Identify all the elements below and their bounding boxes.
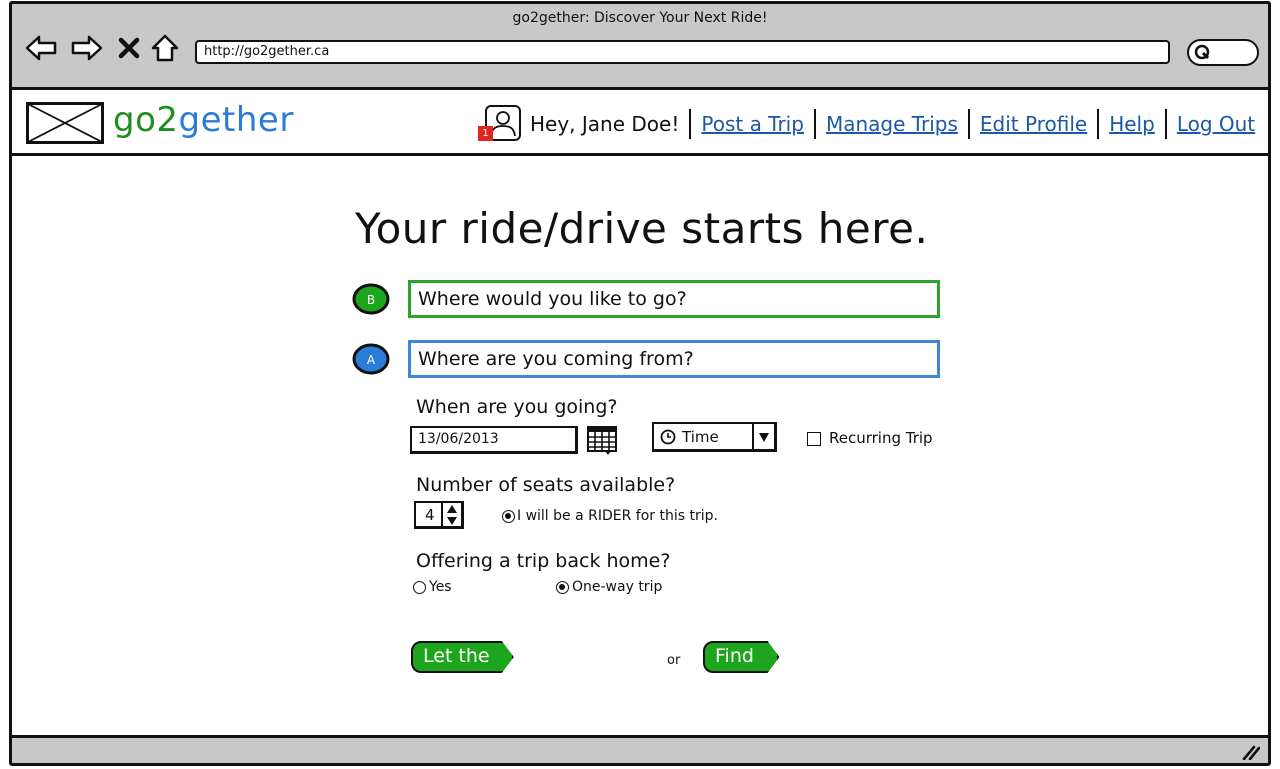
destination-marker-letter: B bbox=[367, 293, 375, 307]
chevron-down-icon[interactable] bbox=[752, 424, 774, 449]
avatar[interactable]: 1 bbox=[478, 104, 522, 144]
return-trip-label: Offering a trip back home? bbox=[416, 550, 671, 572]
rider-radio[interactable] bbox=[502, 510, 515, 523]
browser-window: go2gether: Discover Your Next Ride! http… bbox=[9, 1, 1271, 766]
window-title: go2gether: Discover Your Next Ride! bbox=[512, 10, 768, 26]
destination-input[interactable] bbox=[408, 280, 940, 318]
logo-text-gether: gether bbox=[178, 100, 294, 140]
stop-icon[interactable] bbox=[113, 32, 145, 64]
user-greeting: Hey, Jane Doe! bbox=[530, 112, 680, 136]
nav-divider bbox=[1097, 109, 1100, 139]
forward-icon[interactable] bbox=[71, 32, 103, 64]
site-logo[interactable]: go2gether bbox=[113, 100, 294, 140]
seats-stepper[interactable]: 4 bbox=[414, 501, 464, 529]
site-header: go2gether 1 Hey, Jane Doe! Post a Trip M… bbox=[12, 90, 1268, 156]
or-separator: or bbox=[667, 653, 681, 668]
stepper-arrows-icon[interactable] bbox=[441, 503, 461, 526]
browser-status-bar bbox=[12, 735, 1268, 763]
nav-divider bbox=[689, 109, 692, 139]
nav-help[interactable]: Help bbox=[1109, 112, 1155, 136]
find-me-a-ride-button[interactable]: Find me a ride! bbox=[703, 641, 779, 673]
return-one-way-radio[interactable] bbox=[556, 581, 569, 594]
recurring-trip-checkbox[interactable] bbox=[807, 432, 821, 446]
origin-input[interactable] bbox=[408, 340, 940, 378]
home-icon[interactable] bbox=[149, 32, 181, 64]
origin-marker-icon: A bbox=[352, 343, 390, 375]
search-icon bbox=[1193, 44, 1213, 66]
rider-label: I will be a RIDER for this trip. bbox=[517, 508, 718, 524]
seats-label: Number of seats available? bbox=[416, 474, 676, 496]
time-select-label: Time bbox=[682, 428, 719, 446]
time-select[interactable]: Time bbox=[652, 422, 777, 452]
clock-icon bbox=[660, 429, 676, 449]
return-yes-radio[interactable] bbox=[413, 581, 426, 594]
address-bar[interactable]: http://go2gether.ca bbox=[195, 40, 1170, 64]
seats-value: 4 bbox=[425, 506, 435, 524]
nav-divider bbox=[813, 109, 816, 139]
logo-text-two: 2 bbox=[156, 100, 179, 140]
browser-toolbar: go2gether: Discover Your Next Ride! http… bbox=[12, 4, 1268, 90]
nav-divider bbox=[1164, 109, 1167, 139]
resize-grip-icon[interactable] bbox=[1240, 744, 1261, 763]
page-title: Your ride/drive starts here. bbox=[355, 204, 929, 253]
recurring-trip-label: Recurring Trip bbox=[829, 429, 933, 447]
nav-manage-trips[interactable]: Manage Trips bbox=[826, 112, 958, 136]
destination-marker-icon: B bbox=[352, 283, 390, 315]
origin-marker-letter: A bbox=[367, 353, 376, 367]
logo-image-placeholder bbox=[26, 102, 104, 148]
nav-post-a-trip[interactable]: Post a Trip bbox=[701, 112, 804, 136]
nav-edit-profile[interactable]: Edit Profile bbox=[980, 112, 1087, 136]
calendar-icon[interactable] bbox=[587, 424, 619, 460]
back-icon[interactable] bbox=[25, 32, 57, 64]
logo-text-go: go bbox=[113, 100, 157, 140]
when-label: When are you going? bbox=[416, 396, 618, 418]
user-menu: 1 Hey, Jane Doe! Post a Trip Manage Trip… bbox=[478, 104, 1255, 144]
notification-badge[interactable]: 1 bbox=[478, 126, 493, 141]
browser-search-box[interactable] bbox=[1187, 39, 1259, 66]
return-yes-label: Yes bbox=[429, 579, 452, 595]
nav-divider bbox=[967, 109, 970, 139]
nav-log-out[interactable]: Log Out bbox=[1177, 112, 1255, 136]
let-the-sharing-begin-button[interactable]: Let the sharing begin! bbox=[411, 641, 514, 673]
return-one-way-label: One-way trip bbox=[572, 579, 663, 595]
date-field[interactable]: 13/06/2013 bbox=[410, 426, 578, 454]
